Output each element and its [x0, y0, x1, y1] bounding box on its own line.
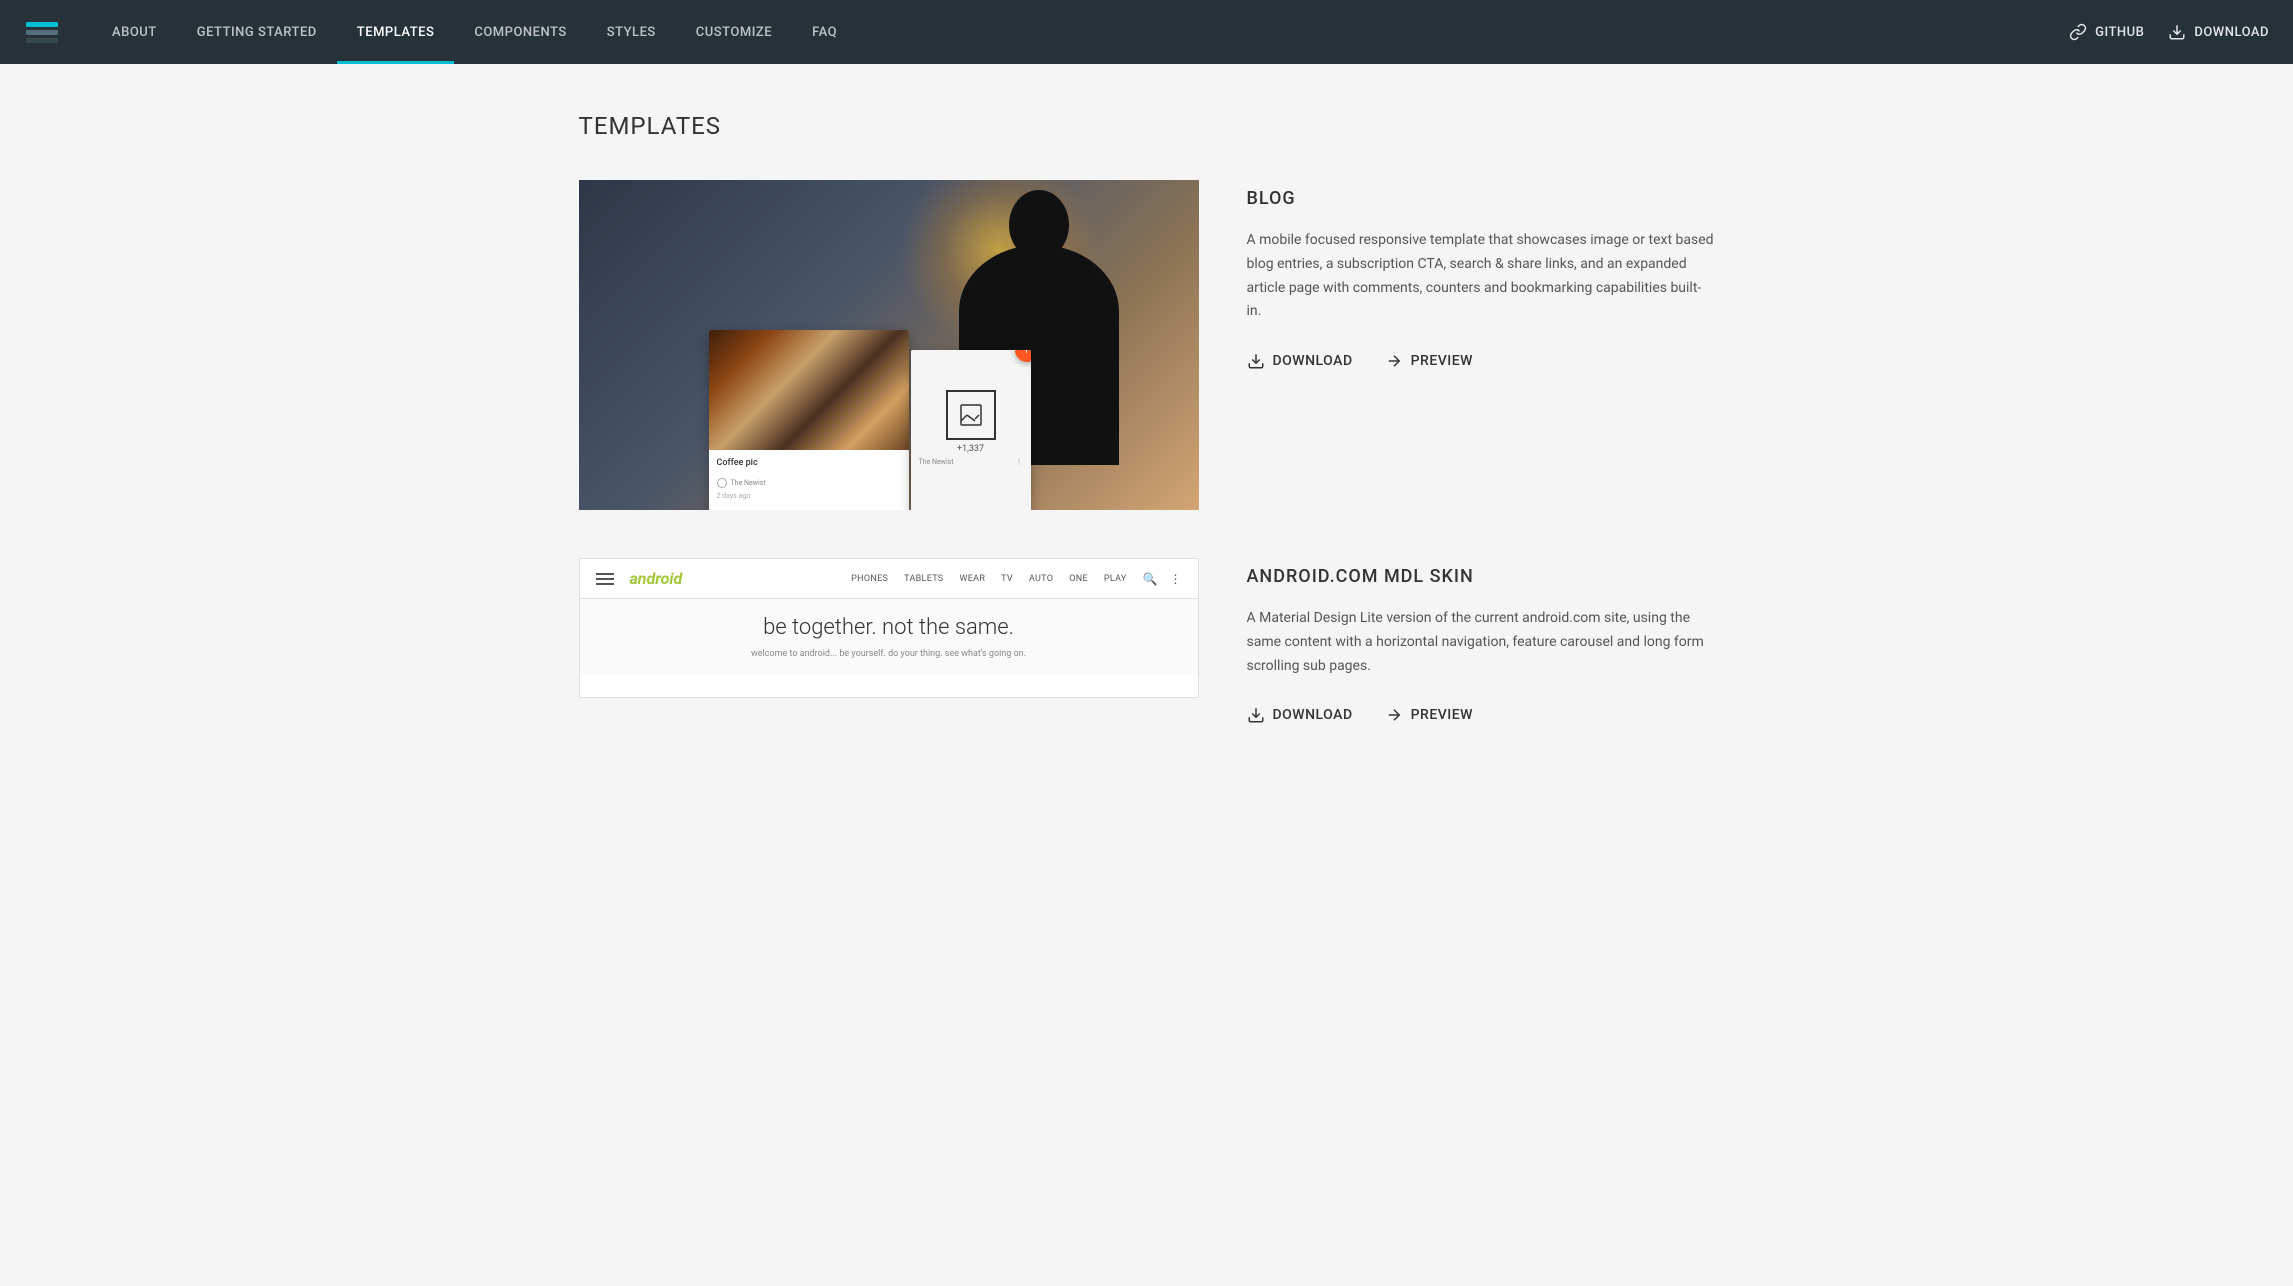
android-download-button[interactable]: Download: [1247, 706, 1353, 724]
android-search-icon: 🔍: [1143, 572, 1158, 586]
github-label: GitHub: [2095, 25, 2144, 40]
download-icon-android: [1247, 706, 1265, 724]
android-nav-play: PLAY: [1104, 574, 1127, 584]
android-nav-tv: TV: [1001, 574, 1013, 584]
share-count: +1,337: [957, 444, 984, 454]
android-template-actions: Download Preview: [1247, 706, 1715, 724]
secondary-card-meta: The Newist ⋮: [911, 454, 1031, 470]
android-nav-wear: WEAR: [959, 574, 985, 584]
nav-components[interactable]: COMPONENTS: [454, 0, 586, 64]
android-hero: be together. not the same. welcome to an…: [580, 599, 1198, 675]
blog-template-desc: A mobile focused responsive template tha…: [1247, 229, 1715, 324]
android-hero-title: be together. not the same.: [596, 615, 1182, 641]
blog-preview[interactable]: Coffee pic The Newist 2 days ago +: [579, 180, 1199, 510]
nav-getting-started[interactable]: GETTING STARTED: [177, 0, 337, 64]
android-template-name: ANDROID.COM MDL SKIN: [1247, 566, 1715, 587]
android-nav-links: PHONES TABLETS WEAR TV AUTO ONE PLAY: [851, 574, 1126, 584]
blog-preview-label: Preview: [1411, 353, 1473, 369]
github-link[interactable]: GitHub: [2069, 23, 2144, 41]
link-icon: [2069, 23, 2087, 41]
android-preview-label: Preview: [1411, 707, 1473, 723]
arrow-right-icon-android: [1385, 706, 1403, 724]
android-template-section: android PHONES TABLETS WEAR TV AUTO ONE …: [579, 558, 1715, 724]
blog-card-main: Coffee pic The Newist 2 days ago: [709, 330, 909, 510]
nav-styles[interactable]: STYLES: [587, 0, 676, 64]
main-nav: ABOUT GETTING STARTED TEMPLATES COMPONEN…: [92, 0, 2069, 64]
blog-template-actions: Download Preview: [1247, 352, 1715, 370]
more-icon: ⋮: [1016, 458, 1023, 466]
android-template-info: ANDROID.COM MDL SKIN A Material Design L…: [1247, 558, 1715, 724]
header-download-label: Download: [2194, 25, 2269, 40]
header-actions: GitHub Download: [2069, 23, 2269, 41]
nav-about[interactable]: ABOUT: [92, 0, 177, 64]
android-download-label: Download: [1273, 707, 1353, 723]
blog-download-button[interactable]: Download: [1247, 352, 1353, 370]
blog-template-name: BLOG: [1247, 188, 1715, 209]
blog-card-secondary: + +1,337 The Newist ⋮: [911, 350, 1031, 510]
android-template-desc: A Material Design Lite version of the cu…: [1247, 607, 1715, 678]
android-preview[interactable]: android PHONES TABLETS WEAR TV AUTO ONE …: [579, 558, 1199, 698]
android-nav-tablets: TABLETS: [904, 574, 943, 584]
blog-preview-button[interactable]: Preview: [1385, 352, 1473, 370]
android-nav-phones: PHONES: [851, 574, 888, 584]
android-more-icon: ⋮: [1170, 572, 1182, 586]
main-content: TEMPLATES Coffee pic: [547, 64, 1747, 820]
download-icon: [2168, 23, 2186, 41]
nav-customize[interactable]: CUSTOMIZE: [676, 0, 792, 64]
article-time: 2 days ago: [709, 490, 909, 502]
android-nav-bar: android PHONES TABLETS WEAR TV AUTO ONE …: [580, 559, 1198, 599]
arrow-right-icon-blog: [1385, 352, 1403, 370]
mobile-mockup: Coffee pic The Newist 2 days ago +: [709, 330, 1031, 510]
logo[interactable]: [24, 14, 60, 50]
coffee-image: [709, 330, 909, 450]
blog-card-meta: The Newist: [709, 476, 909, 490]
secondary-source: The Newist: [919, 458, 954, 466]
article-source: The Newist: [731, 479, 766, 487]
blog-template-section: Coffee pic The Newist 2 days ago +: [579, 180, 1715, 510]
page-title: TEMPLATES: [579, 112, 1715, 140]
android-logo: android: [630, 569, 852, 588]
nav-faq[interactable]: FAQ: [792, 0, 857, 64]
android-nav-auto: AUTO: [1029, 574, 1053, 584]
fab-button[interactable]: +: [1015, 350, 1031, 362]
android-nav-icons: 🔍 ⋮: [1143, 572, 1182, 586]
avatar-small: [717, 478, 727, 488]
download-icon-blog: [1247, 352, 1265, 370]
nav-templates[interactable]: TEMPLATES: [337, 0, 455, 64]
blog-download-label: Download: [1273, 353, 1353, 369]
android-preview-button[interactable]: Preview: [1385, 706, 1473, 724]
blog-template-info: BLOG A mobile focused responsive templat…: [1247, 180, 1715, 370]
hamburger-icon: [596, 573, 614, 585]
android-hero-subtitle: welcome to android... be yourself. do yo…: [596, 649, 1182, 659]
header: ABOUT GETTING STARTED TEMPLATES COMPONEN…: [0, 0, 2293, 64]
android-nav-one: ONE: [1069, 574, 1088, 584]
header-download-link[interactable]: Download: [2168, 23, 2269, 41]
share-icon-box: [946, 390, 996, 440]
coffee-pic-label: Coffee pic: [709, 450, 909, 476]
